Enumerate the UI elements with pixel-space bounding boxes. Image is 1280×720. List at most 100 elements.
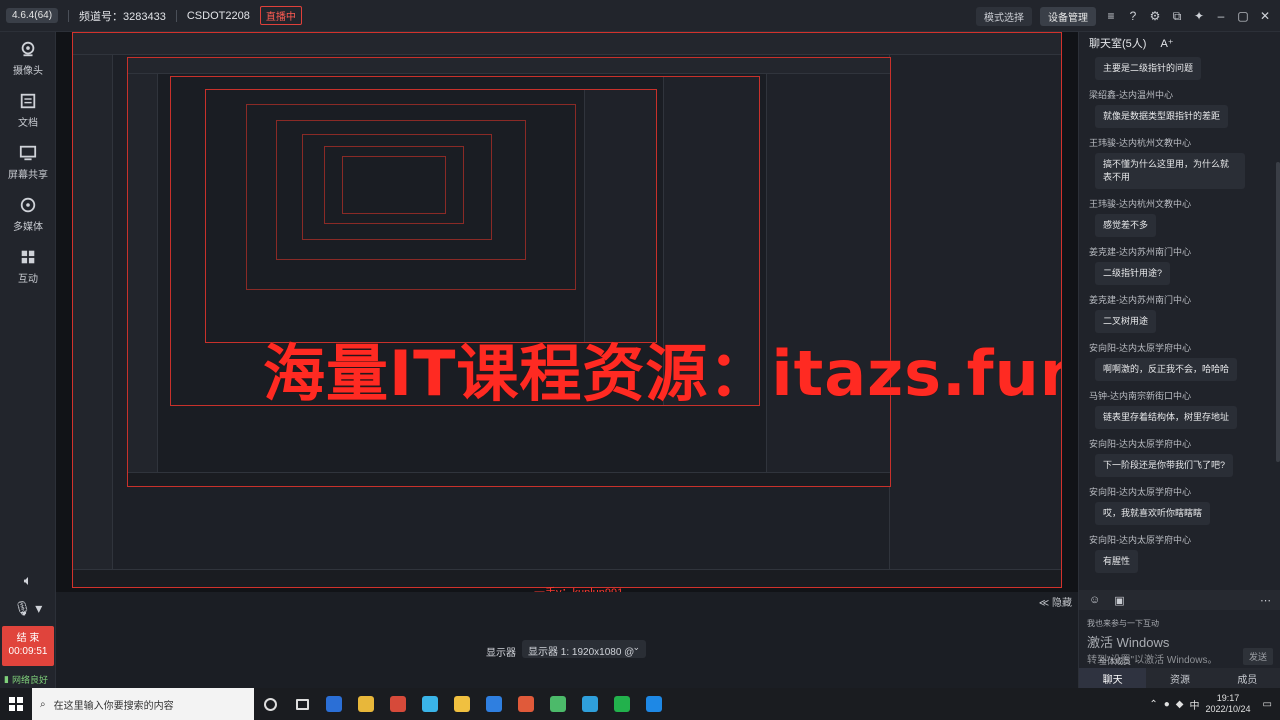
clock[interactable]: 19:17 2022/10/24 (1206, 693, 1251, 715)
chat-message: 主要是二级指针的问题 (1079, 54, 1275, 88)
speaker-tray-icon[interactable]: ◆ (1176, 699, 1184, 710)
chat-message: 安向阳-达内太原学府中心 哎，我就喜欢听你瞎瞎瞎 (1079, 485, 1275, 533)
chat-message: 安向阳-达内太原学府中心有腥性 (1079, 533, 1275, 581)
chevron-down-icon: ⌄ (632, 642, 640, 652)
chat-message-list[interactable]: 主要是二级指针的问题 梁绍鑫-达内温州中心 就像是数据类型跟指针的差距 王玮骏-达内杭… (1079, 54, 1275, 592)
sidebar-item-label: 摄像头 (13, 65, 43, 77)
channel-number: 频道号：3283433 (79, 10, 166, 23)
maximize-icon[interactable]: ▢ (1236, 9, 1250, 23)
chat-input-area[interactable]: 我也来参与一下互动 激活 Windows 转到"设置"以激活 Windows。 … (1079, 612, 1280, 668)
chat-sender: 安向阳-达内太原学府中心 (1089, 343, 1191, 353)
chat-title: 聊天室(5人) (1089, 38, 1147, 50)
chat-scrollbar[interactable] (1276, 162, 1280, 462)
app-glyph (422, 696, 438, 712)
display-selector-bar: ≪ 隐藏 显示器 显示器 1: 1920x1080 @ ⌄ (56, 592, 1078, 688)
display-label: 显示器 (486, 648, 516, 659)
start-button[interactable] (0, 688, 32, 720)
image-icon[interactable]: ▣ (1114, 594, 1124, 607)
sidebar-item-screen-share[interactable]: 屏幕共享 (0, 136, 56, 188)
hide-toggle[interactable]: ≪ 隐藏 (1039, 594, 1072, 609)
sidebar-item-label: 多媒体 (13, 221, 43, 233)
tab-chat[interactable]: 聊天 (1079, 668, 1147, 688)
sidebar-item-document[interactable]: 文档 (0, 84, 56, 136)
chat-sender: 安向阳-达内太原学府中心 (1089, 487, 1191, 497)
taskbar-app-icon[interactable] (446, 688, 478, 720)
chat-bubble: 搞不懂为什么这里用，为什么就表不用 (1095, 153, 1245, 189)
taskbar-app-icon[interactable] (478, 688, 510, 720)
tab-resources[interactable]: 资源 (1146, 668, 1214, 688)
help-icon[interactable]: ? (1126, 9, 1140, 23)
screen-share-icon (19, 145, 37, 160)
more-icon[interactable]: ⋯ (1260, 594, 1271, 607)
taskbar-app-icon[interactable] (638, 688, 670, 720)
device-manage-button[interactable]: 设备管理 (1040, 6, 1096, 26)
ime-indicator[interactable]: 中 (1190, 697, 1200, 712)
live-badge: 直播中 (259, 6, 302, 25)
version-badge: 4.6.4(64) (6, 8, 59, 23)
chat-message: 梁绍鑫-达内温州中心 就像是数据类型跟指针的差距 (1079, 88, 1275, 136)
chat-message: 王玮骏-达内杭州文教中心 搞不懂为什么这里用，为什么就表不用 (1079, 136, 1275, 197)
sidebar-item-label: 互动 (18, 273, 38, 285)
taskbar-app-icon[interactable] (510, 688, 542, 720)
chat-header: 聊天室(5人) A⁺ (1079, 32, 1280, 54)
sidebar-item-camera[interactable]: 摄像头 (0, 32, 56, 84)
microphone-tray-icon[interactable]: ● (1164, 699, 1170, 710)
chevron-up-icon[interactable]: ⌃ (1149, 699, 1157, 710)
end-live-button[interactable]: 结 束 00:09:51 (2, 626, 54, 666)
sidebar-item-interact[interactable]: 互动 (0, 240, 56, 292)
app-glyph (582, 696, 598, 712)
chat-bubble: 有腥性 (1095, 550, 1139, 573)
app-glyph (390, 696, 406, 712)
app-glyph (326, 696, 342, 712)
taskbar-app-icon[interactable] (414, 688, 446, 720)
display-value: 显示器 1: 1920x1080 @ (528, 647, 635, 658)
chat-bubble: 下一阶段还是你带我们飞了吧? (1095, 454, 1234, 477)
menu-icon[interactable]: ≡ (1104, 9, 1118, 23)
chat-bubble: 二叉树用途 (1095, 310, 1157, 333)
app-glyph (486, 696, 502, 712)
nested-sidebar (73, 55, 113, 587)
taskbar-app-icon[interactable] (382, 688, 414, 720)
sidebar-item-media[interactable]: 多媒体 (0, 188, 56, 240)
sidebar-item-label: 文档 (18, 117, 38, 129)
search-placeholder: 在这里输入你要搜索的内容 (53, 700, 174, 712)
emoji-icon[interactable]: ☺ (1089, 594, 1100, 606)
send-button[interactable]: 发送 (1242, 648, 1273, 665)
gear-icon[interactable]: ⚙ (1148, 9, 1162, 23)
left-sidebar: 摄像头 文档 屏幕共享 多媒体 互动 🔈︎ 🎙︎ ▾ 结 束 00:09:51 … (0, 32, 56, 688)
divider (68, 9, 70, 22)
network-label: 网络良好 (11, 674, 48, 685)
taskbar-search-box[interactable]: ⌕ 在这里输入你要搜索的内容 (32, 688, 254, 720)
taskbar-app-icon[interactable] (574, 688, 606, 720)
popout-icon[interactable]: ⧉ (1170, 9, 1184, 23)
chat-tabs: 聊天 资源 成员 (1079, 668, 1280, 688)
tab-members[interactable]: 成员 (1213, 668, 1280, 688)
nested-chat-panel (766, 74, 890, 486)
font-size-toggle[interactable]: A⁺ (1160, 37, 1173, 50)
document-icon (20, 93, 36, 108)
taskbar-app-icon[interactable] (318, 688, 350, 720)
taskbar-app-icon[interactable] (606, 688, 638, 720)
chat-bubble: 就像是数据类型跟指针的差距 (1095, 105, 1229, 128)
notification-icon[interactable]: ▭ (1263, 699, 1272, 710)
mode-select-button[interactable]: 模式选择 (976, 6, 1032, 26)
chat-bubble: 二级指针用途? (1095, 262, 1171, 285)
minimize-icon[interactable]: – (1214, 9, 1228, 23)
windows-logo-icon (9, 697, 23, 711)
window-controls: 模式选择 设备管理 ≡ ? ⚙ ⧉ ✦ – ▢ ✕ (976, 0, 1272, 32)
microphone-icon[interactable]: 🎙︎ ▾ (0, 594, 56, 622)
recipient-select[interactable]: 全体成员 (1099, 656, 1131, 667)
chat-sender: 安向阳-达内太原学府中心 (1089, 535, 1191, 545)
network-status: ▮ 网络良好 (0, 670, 56, 688)
chat-panel: 聊天室(5人) A⁺ 主要是二级指针的问题 梁绍鑫-达内温州中心 就像是数据类型跟指… (1078, 32, 1280, 688)
speaker-icon[interactable]: 🔈︎ (0, 566, 56, 594)
task-view-icon[interactable] (286, 688, 318, 720)
display-select[interactable]: 显示器 1: 1920x1080 @ ⌄ (522, 640, 646, 658)
chat-bubble: 链表里存着结构体，树里存地址 (1095, 406, 1238, 429)
pin-icon[interactable]: ✦ (1192, 9, 1206, 23)
cortana-icon[interactable] (254, 688, 286, 720)
taskbar-app-icon[interactable] (350, 688, 382, 720)
taskbar-app-icon[interactable] (542, 688, 574, 720)
close-icon[interactable]: ✕ (1258, 9, 1272, 23)
app-glyph (646, 696, 662, 712)
